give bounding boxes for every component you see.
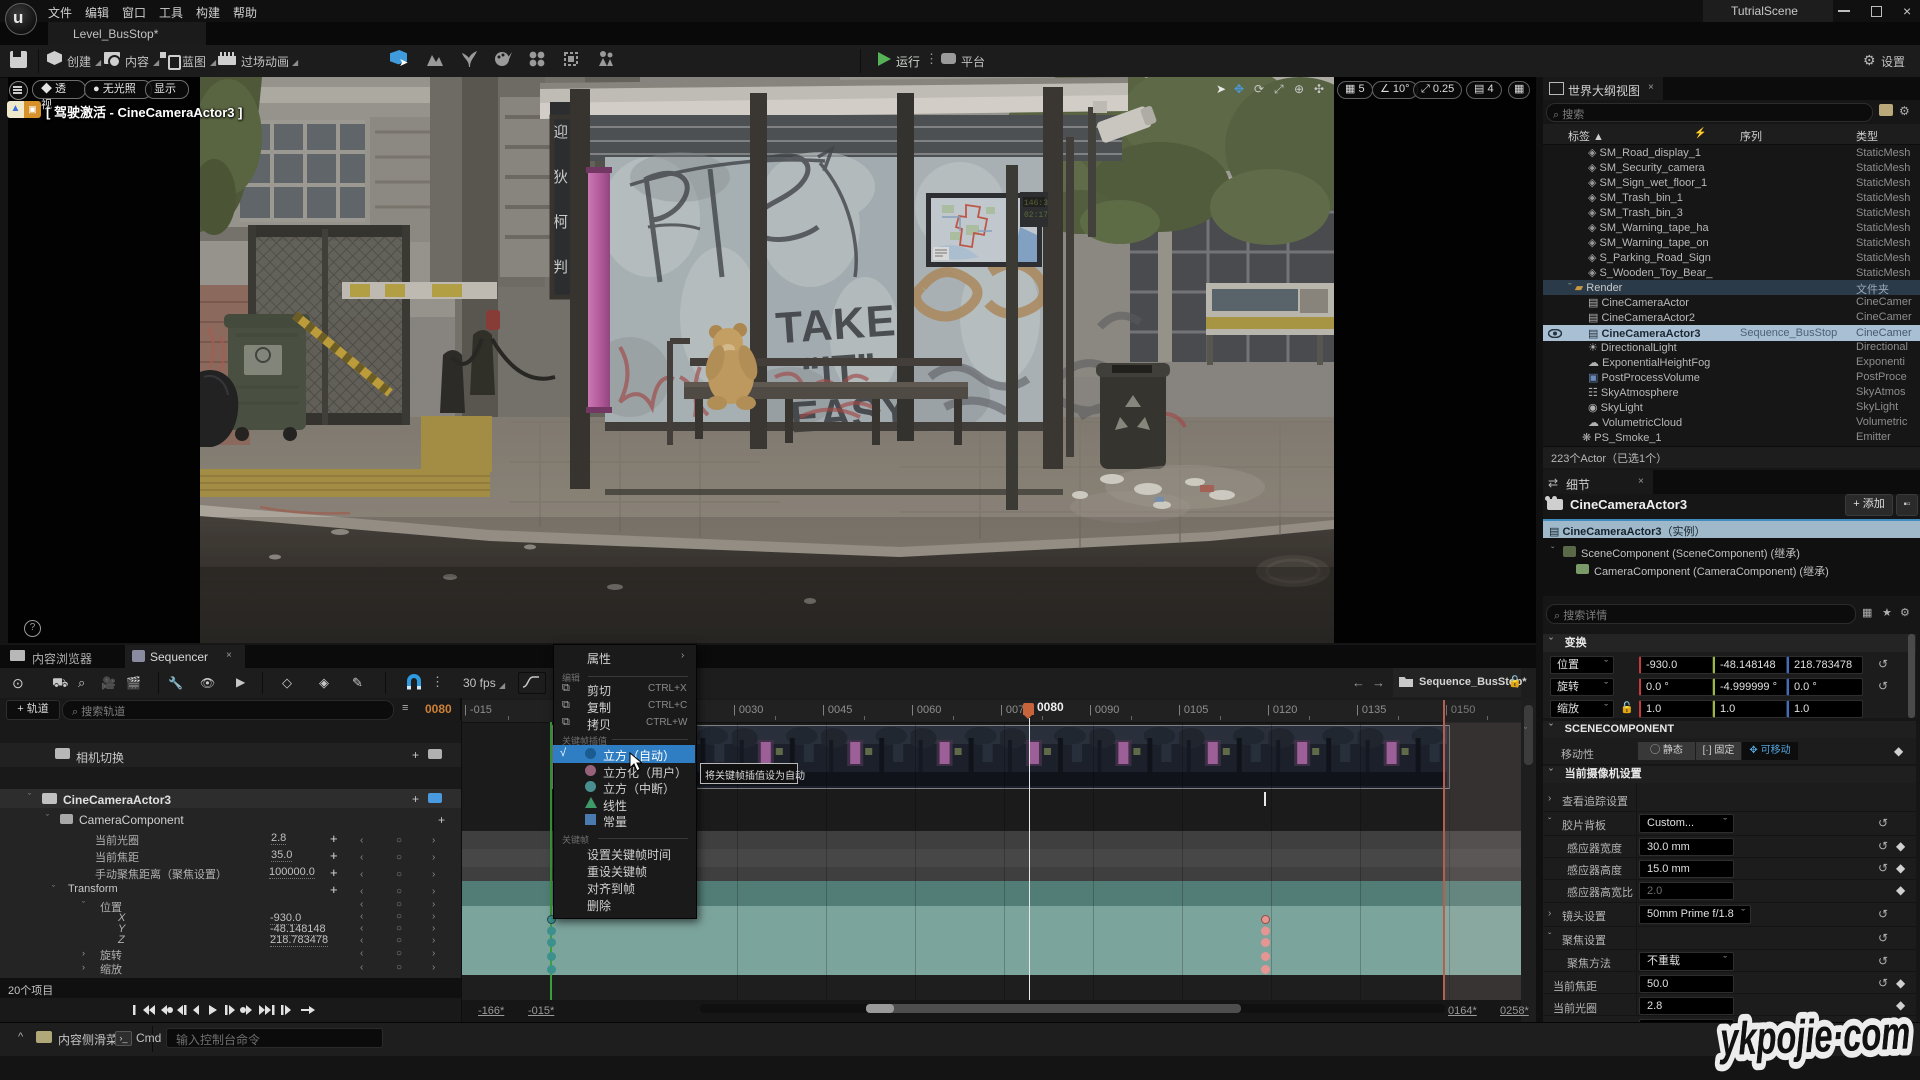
svg-text:ykpojie·com: ykpojie·com: [1718, 1008, 1911, 1066]
